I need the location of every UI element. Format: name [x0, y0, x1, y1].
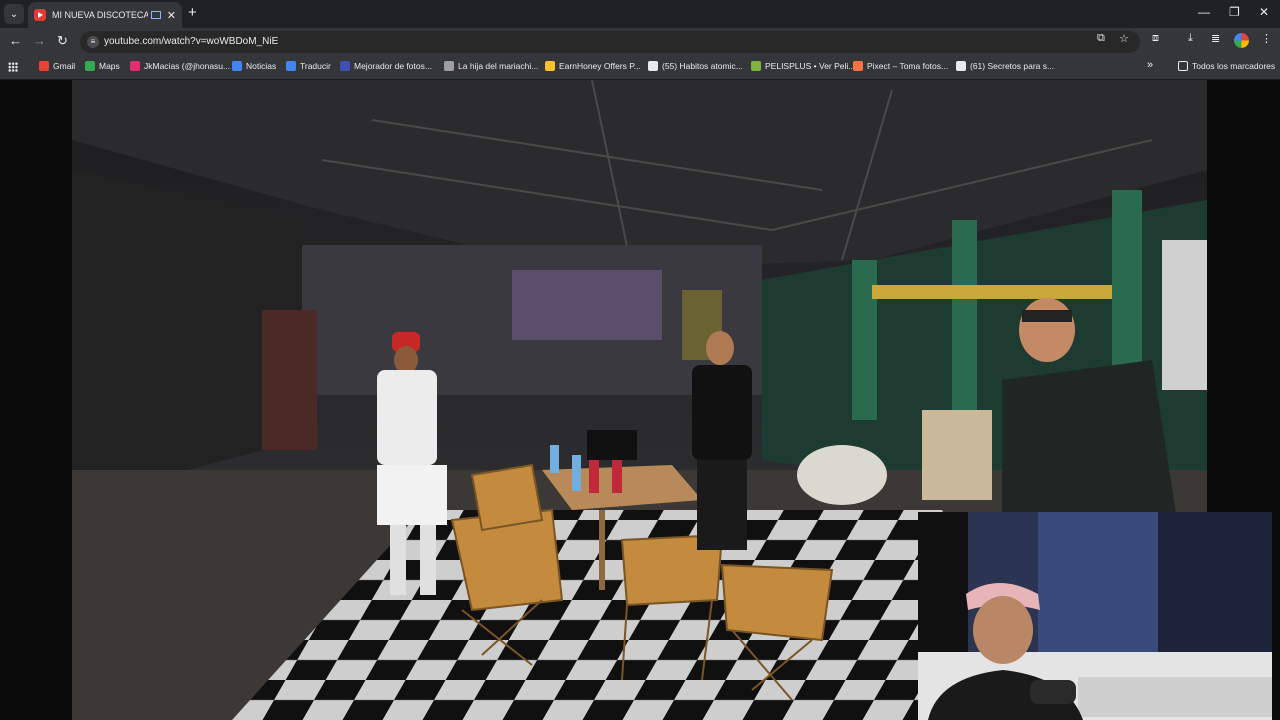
close-window-button[interactable]: ✕	[1259, 5, 1269, 19]
bookmark-secretos[interactable]: (61) Secretos para s...	[956, 61, 1054, 71]
bookmark-label: Noticias	[246, 61, 277, 71]
install-icon[interactable]: ⧉	[1097, 32, 1105, 45]
site-info-icon[interactable]: ≡	[87, 36, 99, 48]
bookmark-label: La hija del mariachi...	[458, 61, 539, 71]
youtube-icon	[34, 9, 46, 21]
bookmark-label: Maps	[99, 61, 120, 71]
bookmark-label: PELISPLUS • Ver Peli...	[765, 61, 856, 71]
habitos-icon	[648, 61, 658, 71]
bookmark-label: Traducir	[300, 61, 331, 71]
bookmarks-bar: Gmail Maps JkMacias (@jhonasu... Noticias Tr…	[0, 55, 1280, 80]
earnhoney-icon	[545, 61, 555, 71]
tab-active[interactable]: MI NUEVA DISCOTECA | W ✕	[28, 2, 182, 28]
bookmark-habitos[interactable]: (55) Habitos atomic...	[648, 61, 743, 71]
all-bookmarks-label: Todos los marcadores	[1192, 61, 1276, 71]
jkmacias-icon	[130, 61, 140, 71]
noticias-icon	[232, 61, 242, 71]
bookmark-label: (61) Secretos para s...	[970, 61, 1055, 71]
bookmark-label: Mejorador de fotos...	[354, 61, 432, 71]
reload-button[interactable]: ↻	[57, 33, 68, 49]
download-icon[interactable]: ⤓	[1188, 32, 1193, 45]
gmail-icon	[39, 61, 49, 71]
bookmark-gmail[interactable]: Gmail	[39, 61, 75, 71]
url-text[interactable]: youtube.com/watch?v=woWBDoM_NiE	[104, 36, 278, 47]
bookmark-label: JkMacias (@jhonasu...	[144, 61, 231, 71]
webcam-overlay	[918, 512, 1272, 720]
new-tab-button[interactable]: +	[188, 5, 197, 21]
bookmark-star-icon[interactable]: ☆	[1119, 32, 1129, 45]
bookmark-label: EarnHoney Offers P...	[559, 61, 641, 71]
bookmark-pelisplus[interactable]: PELISPLUS • Ver Peli...	[751, 61, 855, 71]
tab-title: MI NUEVA DISCOTECA | W	[52, 10, 148, 20]
forward-button[interactable]: →	[33, 33, 46, 49]
apps-grid-icon[interactable]	[8, 62, 18, 72]
back-button[interactable]: ←	[9, 33, 22, 49]
cast-icon	[151, 11, 161, 19]
la-hija-icon	[444, 61, 454, 71]
traducir-icon	[286, 61, 296, 71]
bookmark-traducir[interactable]: Traducir	[286, 61, 331, 71]
address-bar[interactable]: ≡ youtube.com/watch?v=woWBDoM_NiE	[80, 31, 1140, 53]
bookmark-pixect[interactable]: Pixect – Toma fotos...	[853, 61, 948, 71]
minimize-button[interactable]: —	[1198, 5, 1210, 19]
tab-search-icon[interactable]: ⌄	[4, 4, 24, 24]
mejorador-icon	[340, 61, 350, 71]
pixect-icon	[853, 61, 863, 71]
maps-icon	[85, 61, 95, 71]
video-player-area[interactable]	[0, 80, 1280, 720]
pelisplus-icon	[751, 61, 761, 71]
browser-toolbar: ← → ↻ ≡ youtube.com/watch?v=woWBDoM_NiE …	[0, 28, 1280, 55]
bookmarks-overflow-icon[interactable]: »	[1147, 59, 1153, 71]
media-control-icon[interactable]: ≣	[1211, 32, 1220, 45]
bookmark-la-hija[interactable]: La hija del mariachi...	[444, 61, 538, 71]
bookmark-noticias[interactable]: Noticias	[232, 61, 276, 71]
webcam-scene	[918, 512, 1272, 720]
extensions-icon[interactable]: ⧈	[1152, 32, 1159, 45]
tab-close-icon[interactable]: ✕	[167, 9, 176, 22]
bookmark-label: Pixect – Toma fotos...	[867, 61, 949, 71]
all-bookmarks-folder[interactable]: Todos los marcadores	[1178, 61, 1275, 71]
secretos-icon	[956, 61, 966, 71]
bookmark-maps[interactable]: Maps	[85, 61, 120, 71]
folder-icon	[1178, 61, 1188, 71]
bookmark-label: Gmail	[53, 61, 76, 71]
bookmark-label: (55) Habitos atomic...	[662, 61, 743, 71]
bookmark-mejorador[interactable]: Mejorador de fotos...	[340, 61, 432, 71]
tab-strip: ⌄ MI NUEVA DISCOTECA | W ✕ + — ❐ ✕	[0, 0, 1280, 28]
bookmark-jkmacias[interactable]: JkMacias (@jhonasu...	[130, 61, 230, 71]
bookmark-earnhoney[interactable]: EarnHoney Offers P...	[545, 61, 641, 71]
profile-avatar[interactable]	[1234, 33, 1249, 48]
menu-icon[interactable]: ⋮	[1261, 32, 1272, 45]
restore-button[interactable]: ❐	[1229, 5, 1240, 19]
